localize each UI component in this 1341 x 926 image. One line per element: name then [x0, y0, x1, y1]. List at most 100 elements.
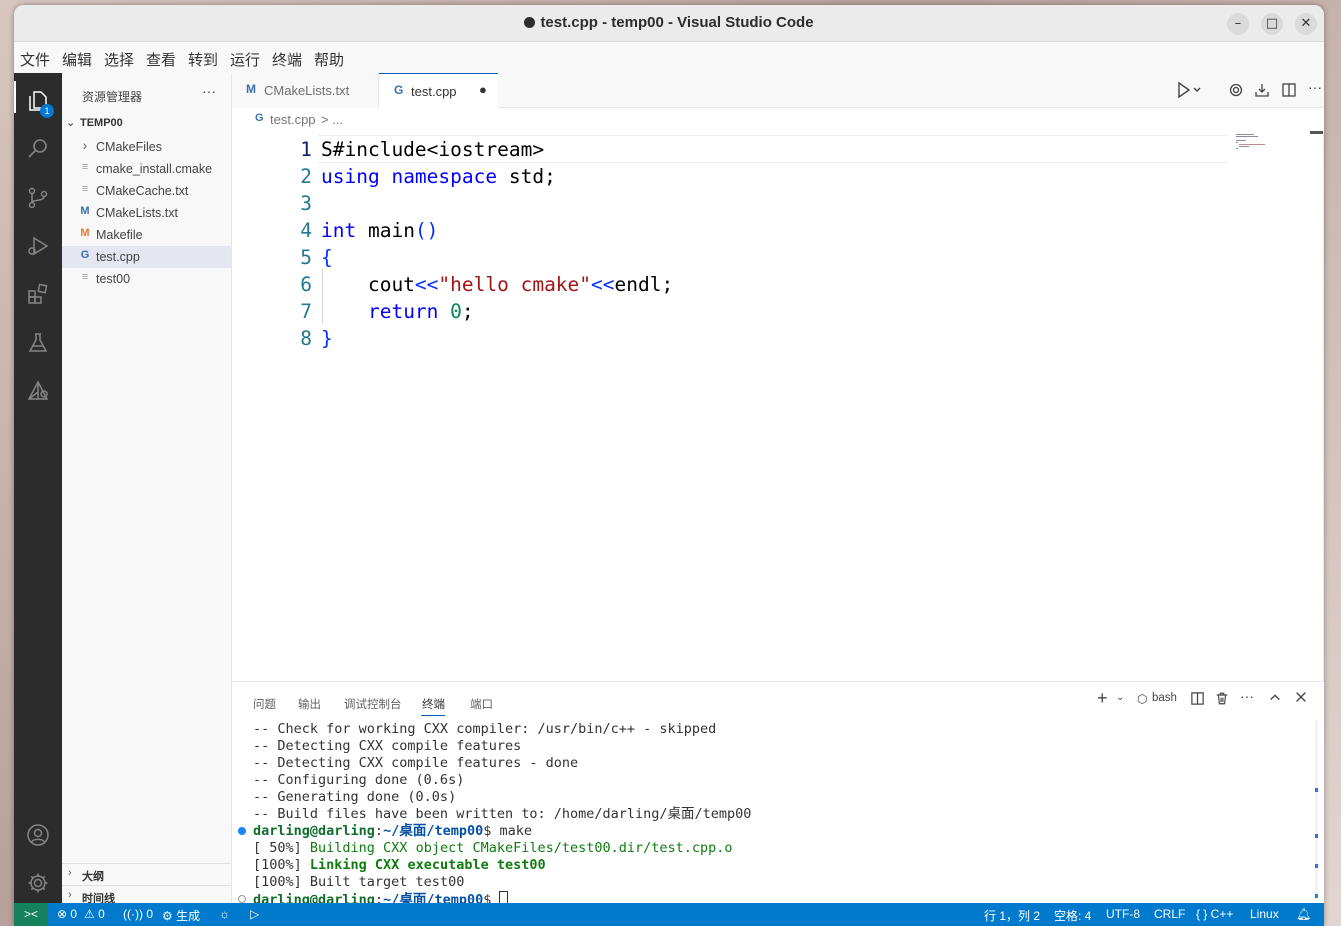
menu-help[interactable]: 帮助 — [314, 49, 344, 70]
editor-scrollbar[interactable] — [1323, 131, 1324, 681]
menu-go[interactable]: 转到 — [188, 49, 218, 70]
lines-icon: ≡ — [81, 271, 89, 283]
encoding[interactable]: UTF-8 — [1106, 907, 1140, 921]
breadcrumb: G test.cpp > ... — [232, 109, 1324, 131]
tree-item-cmakefiles[interactable]: › CMakeFiles — [62, 136, 231, 158]
split-terminal-icon[interactable] — [1190, 691, 1205, 709]
code-line[interactable]: 2 using namespace std; — [232, 163, 1232, 190]
indentation[interactable]: 空格: 4 — [1054, 907, 1091, 924]
close-panel-icon[interactable] — [1294, 690, 1308, 707]
dirty-dot-icon[interactable]: ● — [479, 82, 487, 97]
line-ending[interactable]: CRLF — [1154, 907, 1185, 921]
breadcrumb-symbols[interactable]: > ... — [321, 112, 343, 127]
code-line[interactable]: 1 S#include<iostream> — [232, 136, 1232, 163]
command-success-dot-icon[interactable] — [238, 827, 246, 835]
platform[interactable]: Linux — [1250, 907, 1279, 921]
more-actions-icon[interactable]: ··· — [1240, 688, 1254, 704]
tree-item-cmakecache[interactable]: ≡ CMakeCache.txt — [62, 180, 231, 202]
cursor-position[interactable]: 行 1，列 2 — [984, 907, 1040, 924]
tree-item-makefile[interactable]: M Makefile — [62, 224, 231, 246]
run-debug-icon[interactable] — [26, 234, 50, 258]
settings-gear-icon[interactable] — [26, 871, 50, 895]
code-line[interactable]: 4 int main() — [232, 217, 1232, 244]
minimize-button[interactable]: – — [1227, 13, 1249, 35]
tab-ports[interactable]: 端口 — [470, 696, 493, 712]
tree-item-test00[interactable]: ≡ test00 — [62, 268, 231, 290]
remote-indicator[interactable]: >< — [14, 903, 48, 926]
outline-section[interactable]: › 大纲 — [62, 863, 231, 885]
testing-icon[interactable] — [26, 331, 50, 355]
trash-icon[interactable] — [1215, 691, 1229, 709]
language-mode[interactable]: { } C++ — [1196, 907, 1233, 921]
lines-icon: ≡ — [81, 161, 89, 173]
menu-view[interactable]: 查看 — [146, 49, 176, 70]
terminal-token: : — [374, 823, 384, 839]
code-editor[interactable]: 1 S#include<iostream> 2 using namespace std… — [232, 131, 1324, 681]
ports-count[interactable]: ((·)) 0 — [123, 907, 153, 921]
extensions-icon[interactable] — [26, 282, 50, 306]
new-terminal-plus-icon[interactable]: + — [1097, 688, 1108, 709]
code-text: int main() — [321, 217, 438, 244]
cmake-icon[interactable] — [26, 379, 50, 403]
title-bar: test.cpp - temp00 - Visual Studio Code –… — [14, 5, 1324, 42]
terminal-name[interactable]: bash — [1152, 692, 1177, 704]
explorer-badge: 1 — [40, 104, 54, 118]
code-text: { — [321, 244, 333, 271]
run-code-icon[interactable] — [1176, 81, 1202, 102]
sidebar-title: 资源管理器 — [82, 90, 143, 104]
editor-tab-bar: M CMakeLists.txt G test.cpp ● ··· — [232, 73, 1324, 108]
unsaved-dot-icon — [524, 17, 536, 28]
build-button[interactable]: ⚙ 生成 — [162, 907, 200, 924]
menu-run[interactable]: 运行 — [230, 49, 260, 70]
search-icon[interactable] — [26, 137, 50, 161]
code-line[interactable]: 6 cout<<"hello cmake"<<endl; — [232, 271, 1232, 298]
code-line[interactable]: 5{ — [232, 244, 1232, 271]
tab-terminal[interactable]: 终端 — [422, 696, 445, 712]
code-token: S#include<iostream> — [321, 138, 545, 161]
more-actions-icon[interactable]: ··· — [202, 83, 216, 99]
tab-output[interactable]: 输出 — [298, 696, 321, 712]
menu-file[interactable]: 文件 — [20, 49, 50, 70]
tree-item-cmake-install[interactable]: ≡ cmake_install.cmake — [62, 158, 231, 180]
split-editor-icon[interactable] — [1281, 81, 1297, 102]
code-line[interactable]: 3 — [232, 190, 1232, 217]
more-actions-icon[interactable]: ··· — [1308, 79, 1322, 95]
settings-gear-icon[interactable] — [1228, 81, 1244, 102]
close-button[interactable]: ✕ — [1295, 13, 1317, 35]
code-token: << — [414, 273, 439, 296]
tree-item-test-cpp[interactable]: G test.cpp — [62, 246, 231, 268]
tab-problems[interactable]: 问题 — [253, 696, 276, 712]
run-icon[interactable]: ▷ — [250, 907, 259, 921]
minimap[interactable] — [1234, 133, 1274, 153]
source-control-icon[interactable] — [26, 186, 50, 210]
maximize-button[interactable]: □ — [1261, 13, 1283, 35]
account-icon[interactable] — [26, 823, 50, 847]
line-number: 7 — [300, 300, 312, 323]
terminal-scrollbar[interactable] — [1315, 720, 1318, 900]
tab-cmakelists[interactable]: M CMakeLists.txt — [232, 73, 379, 108]
code-line[interactable]: 8} — [232, 325, 1232, 352]
explorer-sidebar: 资源管理器 ··· ⌄ TEMP00 › CMakeFiles ≡ cmake_i… — [62, 73, 232, 905]
errors-count[interactable]: ⊗ 0 — [57, 907, 77, 921]
terminal-instance-icon[interactable]: ⬡ — [1137, 692, 1147, 706]
code-line[interactable]: 7 return 0; — [232, 298, 1232, 325]
terminal-line: -- Configuring done (0.6s) — [253, 772, 464, 789]
debug-icon[interactable]: ☼ — [219, 907, 230, 921]
tree-item-cmakelists[interactable]: M CMakeLists.txt — [62, 202, 231, 224]
notifications-bell-icon[interactable]: 🔔︎ — [1296, 907, 1311, 921]
breadcrumb-file[interactable]: test.cpp — [270, 112, 316, 127]
download-icon[interactable] — [1254, 81, 1270, 102]
menu-terminal[interactable]: 终端 — [272, 49, 302, 70]
command-pending-dot-icon[interactable] — [238, 895, 246, 903]
menu-edit[interactable]: 编辑 — [62, 49, 92, 70]
chevron-down-icon[interactable]: ⌄ — [1116, 692, 1124, 703]
tab-test-cpp[interactable]: G test.cpp ● — [379, 73, 498, 108]
warnings-count[interactable]: ⚠ 0 — [84, 907, 105, 921]
vscode-window: test.cpp - temp00 - Visual Studio Code –… — [14, 5, 1324, 926]
maximize-panel-icon[interactable] — [1268, 690, 1282, 707]
terminal-token: -- Generating done (0.0s) — [253, 789, 457, 805]
tab-debug-console[interactable]: 调试控制台 — [344, 696, 402, 712]
menu-selection[interactable]: 选择 — [104, 49, 134, 70]
workspace-root[interactable]: ⌄ TEMP00 — [66, 116, 123, 129]
